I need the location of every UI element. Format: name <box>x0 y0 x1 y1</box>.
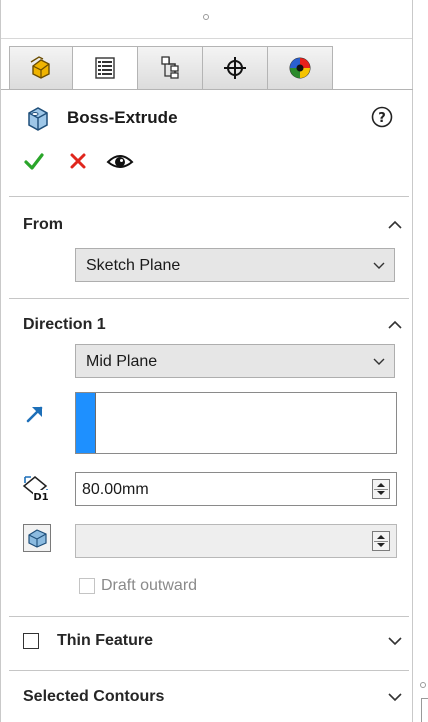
tab-display-manager[interactable] <box>267 46 333 90</box>
depth-spinner[interactable] <box>372 479 390 499</box>
chevron-up-icon[interactable] <box>386 318 404 332</box>
spin-down-icon <box>377 543 385 547</box>
reverse-direction-arrow-icon[interactable] <box>23 402 47 426</box>
thin-feature-checkbox[interactable] <box>23 633 39 649</box>
draft-angle-spinner <box>372 531 390 551</box>
property-manager-icon <box>95 57 115 79</box>
ok-button[interactable] <box>19 146 49 176</box>
help-icon[interactable]: ? <box>371 106 393 128</box>
spinner-divider <box>374 541 388 542</box>
page-title: Boss-Extrude <box>67 108 178 127</box>
depth-dimension-icon: D1 <box>22 476 49 503</box>
chevron-down-icon[interactable] <box>386 634 404 648</box>
tab-property-manager[interactable] <box>72 46 138 90</box>
splitter-handle-icon[interactable] <box>420 682 426 688</box>
draft-outward-checkbox <box>79 578 95 594</box>
draft-outward-label: Draft outward <box>101 577 198 594</box>
divider <box>9 616 409 617</box>
tab-underline <box>1 89 413 90</box>
ok-check-icon <box>24 153 44 170</box>
action-buttons <box>1 144 413 180</box>
selection-color-bar <box>76 393 96 453</box>
from-section-header[interactable]: From <box>1 208 413 242</box>
preview-eye-icon <box>106 155 134 168</box>
draft-icon <box>28 529 47 548</box>
splitter-line <box>421 698 422 722</box>
spin-up-icon[interactable] <box>377 483 385 487</box>
splitter-line <box>421 698 428 699</box>
direction1-section-title: Direction 1 <box>23 316 106 333</box>
cancel-button[interactable] <box>63 146 93 176</box>
draft-toggle-button[interactable] <box>23 524 51 552</box>
end-condition-value: Mid Plane <box>86 353 158 370</box>
divider <box>9 196 409 197</box>
direction-selection-box[interactable] <box>75 392 397 454</box>
boss-extrude-icon <box>28 107 48 131</box>
thin-feature-section-header[interactable]: Thin Feature <box>1 624 413 658</box>
tab-feature-manager[interactable] <box>9 46 73 90</box>
depth-input[interactable]: 80.00mm <box>75 472 397 506</box>
chevron-down-icon[interactable] <box>386 690 404 704</box>
tab-configuration-manager[interactable] <box>137 46 203 90</box>
depth-icon-label: D1 <box>33 492 48 503</box>
grip-handle-icon[interactable] <box>203 14 209 20</box>
divider <box>9 670 409 671</box>
from-section-title: From <box>23 216 63 233</box>
from-dropdown[interactable]: Sketch Plane <box>75 248 395 282</box>
direction1-section-header[interactable]: Direction 1 <box>1 308 413 342</box>
display-manager-icon <box>289 57 311 79</box>
thin-feature-title: Thin Feature <box>57 632 154 649</box>
panel-grip-bar[interactable] <box>1 0 412 39</box>
from-dropdown-value: Sketch Plane <box>86 257 181 274</box>
tab-dimxpert-manager[interactable] <box>202 46 268 90</box>
feature-manager-icon <box>30 56 50 79</box>
selected-contours-section-header[interactable]: Selected Contours <box>1 680 413 714</box>
property-manager-window: Boss-Extrude ? From Sketch Plane Directi… <box>0 0 428 722</box>
configuration-manager-icon <box>161 56 179 79</box>
dimxpert-manager-icon <box>224 57 246 79</box>
spin-down-icon[interactable] <box>377 491 385 495</box>
feature-header: Boss-Extrude ? <box>1 98 413 138</box>
spin-up-icon <box>377 535 385 539</box>
preview-button[interactable] <box>105 146 135 176</box>
chevron-up-icon[interactable] <box>386 218 404 232</box>
depth-value[interactable]: 80.00mm <box>82 481 149 499</box>
chevron-down-icon <box>373 358 385 365</box>
end-condition-dropdown[interactable]: Mid Plane <box>75 344 395 378</box>
chevron-down-icon <box>373 262 385 269</box>
divider <box>9 298 409 299</box>
manager-tabs <box>9 46 411 90</box>
property-manager-panel: Boss-Extrude ? From Sketch Plane Directi… <box>0 0 413 722</box>
selected-contours-title: Selected Contours <box>23 688 165 705</box>
spinner-divider <box>374 489 388 490</box>
draft-angle-input <box>75 524 397 558</box>
svg-text:?: ? <box>378 111 386 126</box>
cancel-x-icon <box>70 153 86 169</box>
